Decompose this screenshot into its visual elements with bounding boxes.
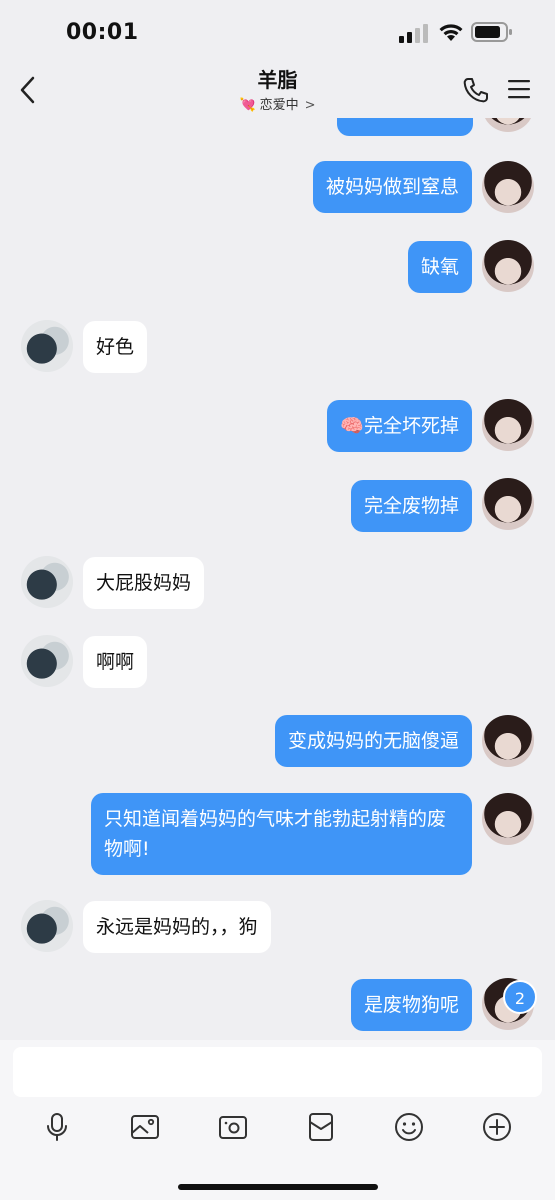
contact-avatar[interactable] (21, 635, 73, 687)
my-avatar[interactable] (482, 118, 534, 132)
message-bubble-in[interactable]: 好色 (83, 321, 148, 373)
contact-avatar[interactable] (21, 556, 73, 608)
message-bubble-out[interactable]: 被妈妈做到窒息 (312, 161, 472, 213)
message-bubble-out[interactable]: 完全废物掉 (350, 480, 472, 532)
relationship-label: 恋爱中 (259, 98, 299, 113)
wifi-icon (439, 24, 463, 41)
message-bubble-in[interactable]: 啊啊 (83, 636, 148, 688)
my-avatar[interactable] (482, 399, 534, 451)
message-bubble-out[interactable]: 🧠完全坏死掉 (327, 400, 472, 452)
contact-avatar[interactable] (21, 900, 73, 952)
brain-emoji: 🧠 (340, 415, 364, 437)
my-avatar[interactable] (482, 240, 534, 292)
message-bubble-out[interactable]: 变成妈妈的无脑傻逼 (274, 715, 472, 767)
my-avatar[interactable] (482, 478, 534, 530)
camera-icon[interactable] (217, 1111, 249, 1143)
message-text: 完全坏死掉 (363, 415, 459, 437)
my-avatar[interactable] (482, 161, 534, 213)
home-indicator[interactable] (178, 1184, 378, 1190)
chevron-right-icon: > (304, 98, 316, 113)
menu-icon[interactable] (507, 78, 531, 100)
input-area (0, 1040, 555, 1200)
scroll-to-new-badge[interactable]: 2 (503, 980, 537, 1014)
image-icon[interactable] (129, 1111, 161, 1143)
chat-header: 羊脂 💘 恋爱中 > (0, 62, 555, 118)
my-avatar[interactable] (482, 715, 534, 767)
message-bubble-out[interactable]: 只知道闻着妈妈的气味才能勃起射精的废物啊! (91, 793, 472, 875)
cellular-signal-icon (399, 24, 428, 43)
status-bar: 00:01 (0, 0, 555, 62)
plus-icon[interactable] (481, 1111, 513, 1143)
microphone-icon[interactable] (41, 1111, 73, 1143)
status-time: 00:01 (66, 20, 139, 45)
battery-icon (471, 22, 512, 42)
message-bubble-partial (337, 118, 473, 136)
heart-icon: 💘 (239, 98, 256, 113)
message-list[interactable]: 被妈妈做到窒息 缺氧 好色 🧠完全坏死掉 完全废物掉 大屁股妈妈 啊啊 变成妈妈… (0, 118, 555, 1040)
contact-avatar[interactable] (21, 320, 73, 372)
my-avatar[interactable] (482, 793, 534, 845)
message-input[interactable] (13, 1047, 542, 1097)
message-bubble-in[interactable]: 永远是妈妈的，，狗 (83, 901, 271, 953)
message-bubble-out[interactable]: 是废物狗呢 (350, 979, 472, 1031)
phone-call-icon[interactable] (462, 76, 490, 104)
red-packet-icon[interactable] (305, 1111, 337, 1143)
message-bubble-in[interactable]: 大屁股妈妈 (83, 557, 205, 609)
emoji-icon[interactable] (393, 1111, 425, 1143)
message-bubble-out[interactable]: 缺氧 (407, 241, 472, 293)
